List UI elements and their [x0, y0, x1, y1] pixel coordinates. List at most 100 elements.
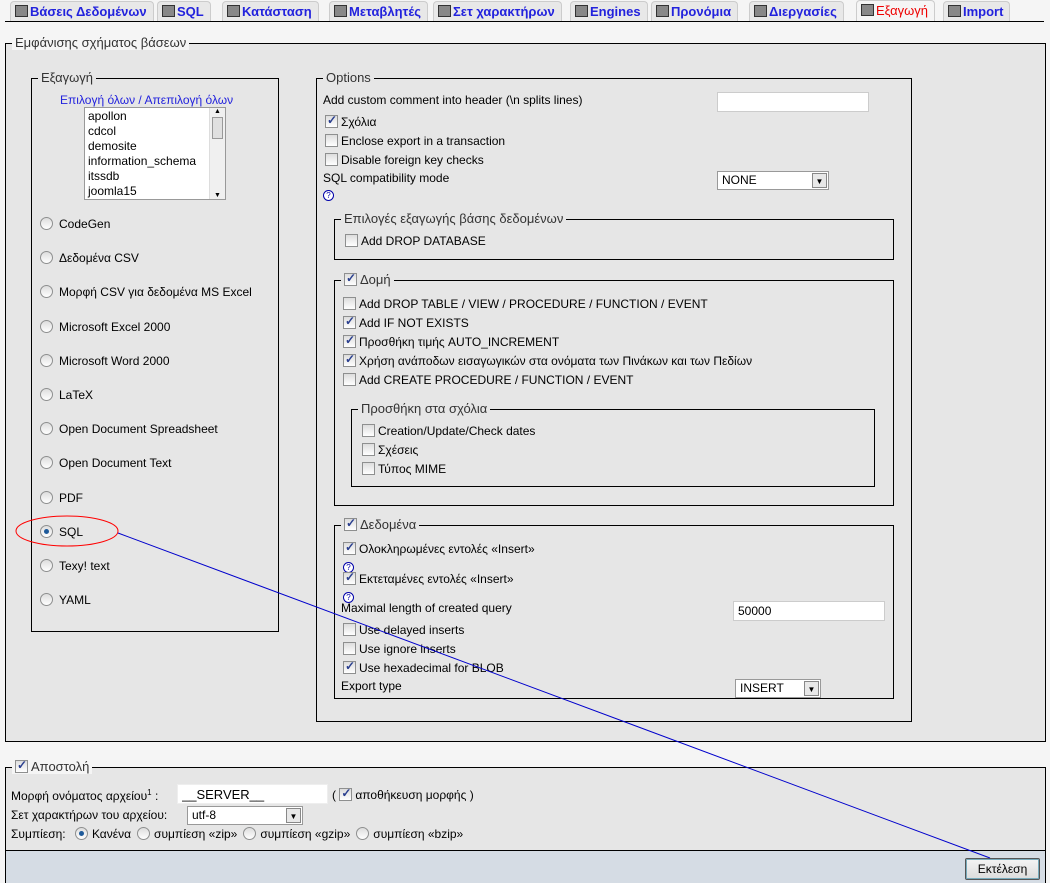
tab-databases[interactable]: Βάσεις Δεδομένων	[10, 1, 154, 21]
structure-fieldset: Δομή Add DROP TABLE / VIEW / PROCEDURE /…	[334, 271, 894, 506]
database-option[interactable]: cdcol	[88, 124, 222, 139]
format-option[interactable]: Open Document Spreadsheet	[40, 422, 218, 436]
format-option[interactable]: Texy! text	[40, 559, 110, 573]
data-legend: Δεδομένα	[360, 517, 417, 532]
format-option[interactable]: PDF	[40, 490, 83, 505]
go-button[interactable]: Εκτέλεση	[965, 858, 1040, 880]
hex-checkbox[interactable]	[343, 659, 356, 674]
engines-icon	[575, 5, 588, 17]
tab-engines[interactable]: Engines	[570, 1, 648, 21]
compression-radio[interactable]	[243, 827, 257, 840]
scrollbar[interactable]: ▲ ▼	[209, 108, 225, 199]
format-radio[interactable]	[40, 456, 53, 470]
tab-sql[interactable]: SQL	[157, 1, 211, 21]
structure-option-checkbox[interactable]	[343, 314, 356, 329]
database-option[interactable]: demosite	[88, 139, 222, 154]
comments-checkbox[interactable]	[325, 113, 338, 128]
tab-traffic-light[interactable]: Κατάσταση	[222, 1, 319, 21]
format-radio[interactable]	[40, 251, 53, 265]
tab-privileges[interactable]: Προνόμια	[651, 1, 739, 21]
format-radio[interactable]	[40, 422, 53, 436]
format-option[interactable]: Microsoft Excel 2000	[40, 319, 170, 334]
comment-option-checkbox[interactable]	[362, 424, 375, 437]
tab-variables[interactable]: Μεταβλητές	[329, 1, 428, 21]
remember-checkbox[interactable]	[339, 786, 353, 801]
database-option[interactable]: apollon	[88, 109, 222, 124]
format-label: Open Document Text	[59, 456, 172, 471]
format-option[interactable]: YAML	[40, 593, 91, 607]
chevron-down-icon: ▼	[812, 173, 827, 188]
structure-checkbox[interactable]	[344, 271, 357, 286]
fk-checks-checkbox[interactable]	[325, 153, 338, 166]
comment-option-checkbox[interactable]	[362, 443, 375, 456]
footer-bar: Εκτέλεση	[5, 850, 1046, 883]
format-option[interactable]: CodeGen	[40, 217, 110, 231]
tab-label: Διεργασίες	[769, 4, 837, 19]
export-type-select[interactable]: INSERT ▼	[735, 679, 821, 698]
format-radio[interactable]	[40, 353, 53, 367]
help-icon[interactable]: ?	[323, 190, 334, 201]
format-option[interactable]: LaTeX	[40, 388, 93, 402]
tab-charset[interactable]: Σετ χαρακτήρων	[433, 1, 562, 21]
extended-inserts-checkbox[interactable]	[343, 570, 356, 585]
compression-radio[interactable]	[137, 827, 151, 840]
format-option[interactable]: Δεδομένα CSV	[40, 251, 139, 265]
tab-label: Μεταβλητές	[349, 4, 421, 19]
send-checkbox[interactable]	[15, 758, 28, 773]
comment-option-checkbox[interactable]	[362, 462, 375, 475]
charset-select[interactable]: utf-8 ▼	[187, 806, 303, 825]
format-label: YAML	[59, 593, 91, 608]
comment-input[interactable]	[717, 92, 869, 112]
format-radio[interactable]	[40, 524, 53, 538]
select-all-link[interactable]: Επιλογή όλων	[60, 93, 135, 107]
format-radio[interactable]	[40, 319, 53, 333]
data-fieldset: Δεδομένα Ολοκληρωμένες εντολές «Insert» …	[334, 516, 894, 699]
scrollbar-thumb[interactable]	[212, 117, 223, 139]
paren: (	[332, 788, 336, 802]
complete-inserts-label: Ολοκληρωμένες εντολές «Insert»	[359, 542, 535, 556]
format-radio[interactable]	[40, 593, 53, 607]
transaction-checkbox[interactable]	[325, 134, 338, 147]
ignore-checkbox[interactable]	[343, 642, 356, 655]
format-option[interactable]: Μορφή CSV για δεδομένα MS Excel	[40, 285, 252, 299]
deselect-all-link[interactable]: Απεπιλογή όλων	[144, 93, 233, 107]
import-icon	[948, 5, 961, 17]
options-legend: Options	[323, 70, 374, 85]
tab-processes[interactable]: Διεργασίες	[749, 1, 844, 21]
compression-radio[interactable]	[74, 827, 88, 840]
format-radio[interactable]	[40, 285, 53, 299]
database-option[interactable]: itssdb	[88, 169, 222, 184]
structure-option-checkbox[interactable]	[343, 297, 356, 310]
data-checkbox[interactable]	[344, 516, 357, 531]
comment-option-label: Τύπος MIME	[378, 462, 447, 476]
structure-option-checkbox[interactable]	[343, 373, 356, 386]
database-list[interactable]: apollon cdcol demosite information_schema it…	[84, 107, 226, 200]
compat-select[interactable]: NONE ▼	[717, 171, 829, 190]
format-option[interactable]: Microsoft Word 2000	[40, 353, 170, 368]
compression-radio[interactable]	[356, 827, 370, 840]
drop-db-checkbox[interactable]	[345, 234, 358, 247]
tab-import[interactable]: Import	[943, 1, 1011, 21]
structure-option-label: Προσθήκη τιμής AUTO_INCREMENT	[359, 335, 560, 349]
compression-option-label: συμπίεση «gzip»	[260, 827, 351, 841]
delayed-checkbox[interactable]	[343, 623, 356, 636]
max-len-input[interactable]	[733, 601, 885, 621]
format-option[interactable]: Open Document Text	[40, 456, 172, 470]
structure-option-checkbox[interactable]	[343, 333, 356, 348]
format-option[interactable]: SQL	[40, 524, 83, 539]
filename-input[interactable]	[177, 784, 328, 804]
format-radio[interactable]	[40, 217, 53, 230]
format-label: Microsoft Word 2000	[59, 353, 170, 368]
tab-export[interactable]: Εξαγωγή	[856, 0, 936, 22]
database-option[interactable]: information_schema	[88, 154, 222, 169]
sql-icon	[162, 5, 175, 17]
compression-option-label: συμπίεση «zip»	[154, 827, 238, 841]
privileges-icon	[656, 5, 669, 17]
structure-option-label: Add IF NOT EXISTS	[359, 316, 469, 330]
structure-option-checkbox[interactable]	[343, 352, 356, 367]
format-radio[interactable]	[40, 490, 53, 504]
database-option[interactable]: joomla15	[88, 184, 222, 199]
format-radio[interactable]	[40, 388, 53, 401]
complete-inserts-checkbox[interactable]	[343, 540, 356, 555]
format-radio[interactable]	[40, 559, 53, 572]
